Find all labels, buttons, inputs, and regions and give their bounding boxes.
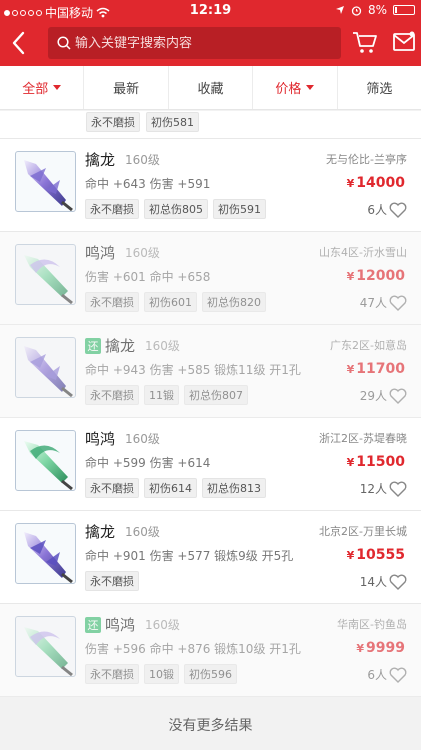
cart-icon[interactable]: [352, 29, 378, 55]
location-icon: [335, 6, 344, 14]
item-name: 鸣鸿: [85, 244, 116, 262]
item-tag: 初总伤820: [202, 292, 266, 312]
battery-icon: [393, 5, 415, 15]
item-tag: 永不磨损: [85, 292, 139, 312]
result-list: 永不磨损 初伤581 擒龙 160级 命中 +643 伤害 +591 永不磨损 …: [0, 111, 421, 697]
favorite-count[interactable]: 12人: [360, 480, 407, 497]
item-server: 华南区-钓鱼岛: [337, 618, 407, 631]
message-icon[interactable]: [392, 30, 416, 54]
item-level: 160级: [145, 618, 180, 632]
item-level: 160级: [125, 153, 160, 167]
weapon-image: [15, 523, 76, 584]
item-tag: 初总伤807: [184, 385, 248, 405]
item-server: 广东2区-如意岛: [330, 339, 407, 352]
item-tag: 初总伤805: [144, 199, 208, 219]
favorite-count[interactable]: 29人: [360, 387, 407, 404]
item-server: 北京2区-万里长城: [319, 525, 407, 538]
list-item[interactable]: 擒龙 160级 命中 +643 伤害 +591 永不磨损 初总伤805 初伤59…: [0, 139, 421, 232]
item-name: 擒龙: [85, 151, 116, 169]
item-stats: 命中 +599 伤害 +614: [85, 456, 211, 470]
weapon-image: [15, 430, 76, 491]
item-level: 160级: [125, 432, 160, 446]
filter-bar: 全部 最新 收藏 价格 筛选: [0, 66, 421, 110]
filter-favorites[interactable]: 收藏: [169, 66, 254, 109]
favorite-count[interactable]: 6人: [367, 666, 407, 683]
item-price: ¥10555: [346, 547, 405, 563]
list-item[interactable]: 擒龙 160级 命中 +901 伤害 +577 锻炼9级 开5孔 永不磨损 北京…: [0, 511, 421, 604]
battery-percent: 8%: [367, 3, 387, 17]
item-name: 鸣鸿: [85, 430, 116, 448]
status-bar: 中国移动 12:19 8%: [0, 0, 421, 22]
weapon-image: [15, 151, 76, 212]
item-tag: 初伤581: [146, 112, 199, 132]
item-tag: 永不磨损: [85, 199, 139, 219]
item-level: 160级: [125, 525, 160, 539]
return-badge: 还: [85, 616, 101, 633]
heart-icon[interactable]: [389, 667, 407, 683]
heart-icon[interactable]: [389, 202, 407, 218]
item-tag: 永不磨损: [85, 385, 139, 405]
item-price: ¥14000: [346, 175, 405, 191]
filter-all[interactable]: 全部: [0, 66, 85, 109]
item-tag: 初伤591: [213, 199, 266, 219]
item-stats: 伤害 +596 命中 +876 锻炼10级 开1孔: [85, 642, 301, 656]
item-server: 浙江2区-苏堤春晓: [319, 432, 407, 445]
item-server: 无与伦比-兰亭序: [326, 153, 407, 166]
item-server: 山东4区-沂水雪山: [319, 246, 407, 259]
search-input[interactable]: [75, 35, 315, 51]
item-price: ¥11500: [346, 454, 405, 470]
item-stats: 命中 +901 伤害 +577 锻炼9级 开5孔: [85, 549, 294, 563]
item-tag: 初伤601: [144, 292, 197, 312]
weapon-image: [15, 337, 76, 398]
item-tag: 永不磨损: [86, 112, 140, 132]
list-item[interactable]: 还 擒龙 160级 命中 +943 伤害 +585 锻炼11级 开1孔 永不磨损…: [0, 325, 421, 418]
item-stats: 命中 +943 伤害 +585 锻炼11级 开1孔: [85, 363, 301, 377]
return-badge: 还: [85, 337, 101, 354]
heart-icon[interactable]: [389, 574, 407, 590]
item-price: ¥9999: [356, 640, 405, 656]
favorite-count[interactable]: 6人: [367, 201, 407, 218]
heart-icon[interactable]: [389, 388, 407, 404]
weapon-image: [15, 244, 76, 305]
item-tag: 永不磨损: [85, 478, 139, 498]
dropdown-icon: [53, 85, 62, 90]
search-bar[interactable]: [48, 27, 341, 59]
item-tag: 初伤596: [184, 664, 237, 684]
sort-icon: [306, 85, 315, 90]
filter-screen[interactable]: 筛选: [338, 66, 421, 109]
back-icon[interactable]: [6, 28, 32, 58]
item-stats: 命中 +643 伤害 +591: [85, 177, 211, 191]
favorite-count[interactable]: 47人: [360, 294, 407, 311]
item-tag: 11锻: [144, 385, 179, 405]
filter-price[interactable]: 价格: [253, 66, 338, 109]
item-price: ¥11700: [346, 361, 405, 377]
list-item[interactable]: 鸣鸿 160级 命中 +599 伤害 +614 永不磨损 初伤614 初总伤81…: [0, 418, 421, 511]
item-tag: 永不磨损: [85, 571, 139, 591]
filter-newest[interactable]: 最新: [84, 66, 169, 109]
list-item[interactable]: 鸣鸿 160级 伤害 +601 命中 +658 永不磨损 初伤601 初总伤82…: [0, 232, 421, 325]
search-icon: [57, 36, 71, 50]
heart-icon[interactable]: [389, 481, 407, 497]
item-level: 160级: [125, 246, 160, 260]
heart-icon[interactable]: [389, 295, 407, 311]
favorite-count[interactable]: 14人: [360, 573, 407, 590]
no-more-results: 没有更多结果: [0, 699, 421, 750]
item-tag: 初伤614: [144, 478, 197, 498]
item-name: 鸣鸿: [105, 616, 136, 634]
weapon-image: [15, 616, 76, 677]
item-name: 擒龙: [105, 337, 136, 355]
item-tag: 初总伤813: [202, 478, 266, 498]
alarm-icon: [351, 5, 362, 16]
list-item[interactable]: 还 鸣鸿 160级 伤害 +596 命中 +876 锻炼10级 开1孔 永不磨损…: [0, 604, 421, 697]
top-bar: 中国移动 12:19 8%: [0, 0, 421, 66]
list-item-partial[interactable]: 永不磨损 初伤581: [0, 111, 421, 139]
item-tag: 10锻: [144, 664, 179, 684]
item-level: 160级: [145, 339, 180, 353]
item-price: ¥12000: [346, 268, 405, 284]
item-name: 擒龙: [85, 523, 116, 541]
item-stats: 伤害 +601 命中 +658: [85, 270, 211, 284]
item-tag: 永不磨损: [85, 664, 139, 684]
